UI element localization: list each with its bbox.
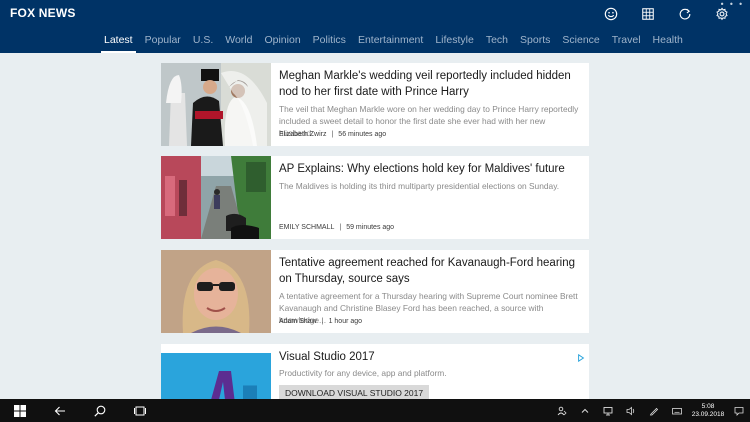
taskbar-clock[interactable]: 5:08 23.09.2018 [688, 403, 728, 419]
article-thumbnail [161, 63, 271, 146]
article-time: 59 minutes ago [346, 224, 395, 231]
meta-separator: | [321, 318, 324, 325]
nav-tab-latest[interactable]: Latest [98, 33, 139, 53]
nav-tab-popular[interactable]: Popular [139, 33, 187, 49]
article-thumbnail [161, 250, 271, 333]
nav-tab-world[interactable]: World [219, 33, 258, 49]
nav-tab-health[interactable]: Health [647, 33, 689, 49]
meta-separator: | [331, 131, 334, 138]
article-meta: Adam Shaw | 1 hour ago [279, 318, 362, 325]
article-author: EMILY SCHMALL [279, 224, 335, 231]
people-icon[interactable] [550, 399, 573, 422]
nav-tab-sports[interactable]: Sports [514, 33, 556, 49]
article-author: Elizabeth Zwirz [279, 131, 327, 138]
article-meta: EMILY SCHMALL | 59 minutes ago [279, 224, 394, 231]
article-author: Adam Shaw [279, 318, 317, 325]
volume-icon[interactable] [619, 399, 642, 422]
article-card[interactable]: Tentative agreement reached for Kavanaug… [161, 250, 589, 333]
ad-download-button[interactable]: DOWNLOAD VISUAL STUDIO 2017 [279, 385, 430, 399]
keyboard-icon[interactable] [665, 399, 688, 422]
ad-body: Visual Studio 2017 Productivity for any … [279, 349, 581, 399]
ad-tagline: Productivity for any device, app and pla… [279, 368, 447, 378]
windows-start-icon[interactable] [0, 399, 40, 422]
pen-icon[interactable] [642, 399, 665, 422]
meta-separator: | [339, 224, 342, 231]
nav-tab-lifestyle[interactable]: Lifestyle [429, 33, 480, 49]
article-card[interactable]: Meghan Markle's wedding veil reportedly … [161, 63, 589, 146]
nav-tab-politics[interactable]: Politics [307, 33, 352, 49]
windows-taskbar: 5:08 23.09.2018 [0, 399, 750, 422]
taskbar-left [0, 399, 160, 422]
nav-tab-tech[interactable]: Tech [480, 33, 514, 49]
nav-tab-science[interactable]: Science [556, 33, 605, 49]
back-arrow-icon[interactable] [40, 399, 80, 422]
task-view-icon[interactable] [120, 399, 160, 422]
smiley-icon[interactable] [592, 4, 629, 24]
gear-icon[interactable] [703, 4, 740, 24]
network-icon[interactable] [596, 399, 619, 422]
article-thumbnail [161, 156, 271, 239]
article-meta: Elizabeth Zwirz | 56 minutes ago [279, 131, 386, 138]
header-toolbar [592, 4, 740, 24]
action-center-icon[interactable] [728, 399, 750, 422]
search-icon[interactable] [80, 399, 120, 422]
app-logo[interactable]: FOX NEWS [10, 6, 76, 20]
chevron-up-icon[interactable] [573, 399, 596, 422]
ad-title[interactable]: Visual Studio 2017 [279, 349, 581, 365]
grid-icon[interactable] [629, 4, 666, 24]
ad-image [161, 353, 271, 399]
nav-tab-us[interactable]: U.S. [187, 33, 219, 49]
article-body: AP Explains: Why elections hold key for … [279, 161, 581, 192]
clock-time: 5:08 [701, 402, 715, 410]
refresh-icon[interactable] [666, 4, 703, 24]
adchoices-icon[interactable] [577, 347, 585, 363]
article-title[interactable]: Tentative agreement reached for Kavanaug… [279, 255, 581, 287]
nav-tab-travel[interactable]: Travel [606, 33, 647, 49]
category-nav: Latest Popular U.S. World Opinion Politi… [98, 33, 689, 53]
article-title[interactable]: Meghan Markle's wedding veil reportedly … [279, 68, 581, 100]
system-tray: 5:08 23.09.2018 [550, 399, 750, 422]
article-title[interactable]: AP Explains: Why elections hold key for … [279, 161, 581, 177]
nav-tab-opinion[interactable]: Opinion [258, 33, 306, 49]
article-time: 56 minutes ago [338, 131, 387, 138]
article-body: Tentative agreement reached for Kavanaug… [279, 255, 581, 326]
clock-date: 23.09.2018 [691, 410, 725, 418]
article-body: Meghan Markle's wedding veil reportedly … [279, 68, 581, 139]
app-header: FOX NEWS • • • Latest Popular U.S. World… [0, 0, 750, 53]
ad-card[interactable]: Visual Studio 2017 Productivity for any … [161, 344, 589, 399]
article-summary: The Maldives is holding its third multip… [279, 181, 560, 191]
article-card[interactable]: AP Explains: Why elections hold key for … [161, 156, 589, 239]
nav-tab-entertainment[interactable]: Entertainment [352, 33, 429, 49]
article-time: 1 hour ago [328, 318, 363, 325]
